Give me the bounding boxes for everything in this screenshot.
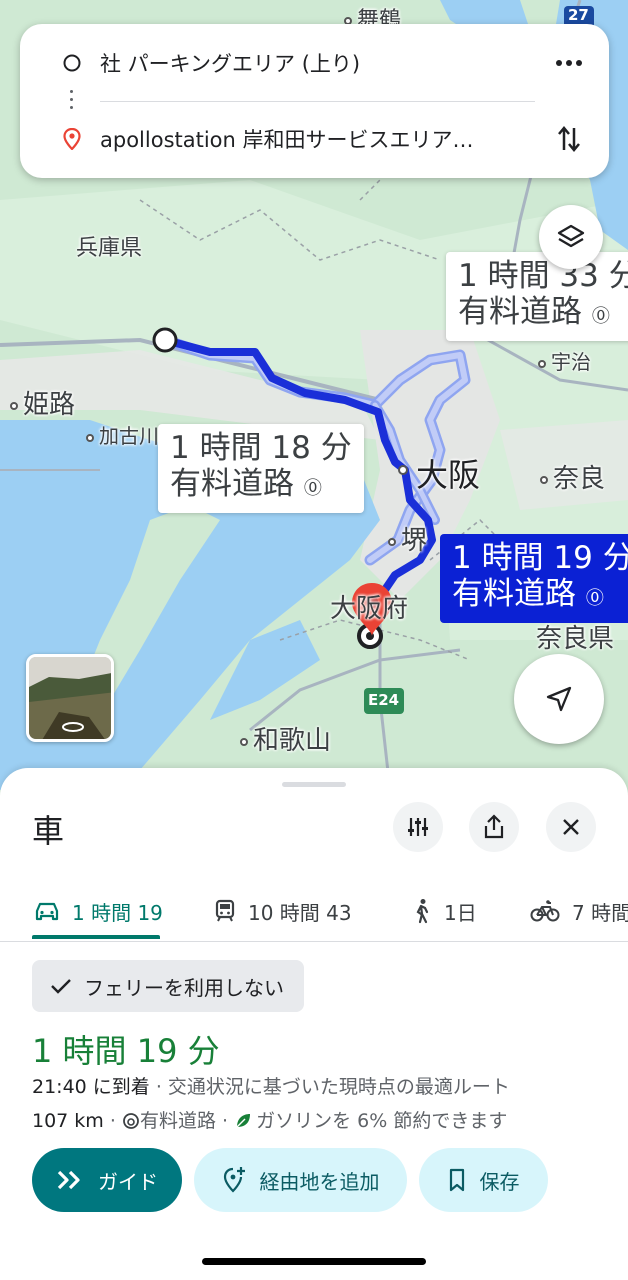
directions-sheet: 車 1 時間 19 10 時間 43 1日 7 時間 フェリーを利用しない 1 …	[0, 768, 628, 1280]
map-label-osaka: 大阪	[416, 456, 481, 494]
route-duration: 1 時間 33 分	[458, 258, 628, 294]
route-type: 有料道路 ⓪	[170, 466, 322, 502]
tab-transit[interactable]: 10 時間 43	[214, 880, 352, 942]
eco-savings: ガソリンを 6% 節約できます	[256, 1110, 508, 1132]
check-icon	[51, 979, 71, 994]
add-stop-label: 経由地を追加	[259, 1169, 380, 1194]
e24-shield: E24	[368, 691, 400, 709]
tab-walk[interactable]: 1日	[412, 880, 477, 942]
navigation-arrow-icon	[546, 686, 572, 712]
street-view-thumbnail[interactable]	[26, 654, 114, 742]
travel-mode-title: 車	[32, 812, 65, 850]
add-stop-button[interactable]: 経由地を追加	[194, 1148, 407, 1212]
toll-icon: ⓪	[591, 306, 610, 327]
home-indicator[interactable]	[202, 1258, 426, 1265]
route-duration: 1 時間 18 分	[170, 430, 352, 466]
arrival-note: · 交通状況に基づいた現時点の最適ルート	[149, 1076, 510, 1098]
route-tag-alt-1[interactable]: 1 時間 33 分 有料道路 ⓪	[446, 252, 628, 341]
map-label-nara-pref: 奈良県	[536, 624, 615, 654]
map-label-himeji: 姫路	[10, 384, 75, 421]
bookmark-icon	[449, 1168, 464, 1192]
tab-label: 1 時間 19	[72, 900, 163, 925]
distance: 107 km	[32, 1110, 104, 1132]
save-label: 保存	[479, 1169, 520, 1194]
guide-label: ガイド	[98, 1169, 158, 1194]
map-label-nara: 奈良	[540, 458, 605, 495]
route-dots	[70, 90, 74, 114]
origin-row[interactable]: 社 パーキングエリア (上り)	[20, 38, 609, 88]
train-icon	[215, 899, 235, 922]
divider	[100, 101, 535, 102]
share-button[interactable]	[469, 802, 519, 852]
route-27-shield: 27	[568, 6, 589, 24]
route-duration: 1 時間 19 分	[32, 1032, 220, 1070]
map-label-wakayama: 和歌山	[240, 720, 331, 757]
swap-icon	[558, 126, 580, 152]
route-duration: 1 時間 19 分	[452, 540, 628, 576]
origin-field[interactable]: 社 パーキングエリア (上り)	[100, 48, 360, 78]
route-tag-alt-2[interactable]: 1 時間 18 分 有料道路 ⓪	[158, 424, 364, 513]
toll-icon	[122, 1112, 140, 1135]
route-options-button[interactable]	[393, 802, 443, 852]
route-type: 有料道路 ⓪	[458, 294, 610, 330]
avoid-ferries-chip[interactable]: フェリーを利用しない	[32, 960, 304, 1012]
more-options-button[interactable]	[553, 47, 585, 79]
chip-label: フェリーを利用しない	[84, 975, 284, 1000]
arrival-time: 21:40 に到着	[32, 1076, 150, 1098]
car-icon	[35, 902, 59, 921]
layers-icon	[557, 224, 585, 248]
tab-label: 10 時間 43	[248, 900, 352, 925]
arrival-info: 21:40 に到着 · 交通状況に基づいた現時点の最適ルート	[32, 1072, 510, 1099]
map-label-osakafu: 大阪府	[330, 594, 409, 624]
map-label-kakogawa: 加古川	[86, 420, 159, 449]
map-label-hyogo: 兵庫県	[76, 236, 143, 261]
street-view-image	[29, 657, 111, 739]
my-location-button[interactable]	[514, 654, 604, 744]
share-icon	[484, 814, 504, 839]
bike-icon	[530, 900, 560, 922]
eco-leaf-icon	[234, 1112, 252, 1135]
sheet-handle[interactable]	[282, 782, 346, 787]
route-type: 有料道路 ⓪	[452, 576, 604, 612]
more-horizontal-icon	[556, 60, 582, 66]
map-label-sakai: 堺	[388, 520, 427, 557]
active-tab-indicator	[32, 935, 160, 939]
toll-icon: ⓪	[585, 588, 604, 609]
map-label-uji: 宇治	[538, 346, 591, 375]
route-details: 107 km · 有料道路 · ガソリンを 6% 節約できます	[32, 1106, 507, 1135]
map-view[interactable]: 舞鶴 27 兵庫県 姫路 加古川 宇治 大阪 奈良 堺 大阪府 奈良県 和歌山 …	[0, 0, 628, 800]
guide-button[interactable]: ガイド	[32, 1148, 182, 1212]
close-button[interactable]	[546, 802, 596, 852]
add-location-icon	[223, 1167, 245, 1193]
tab-bike[interactable]: 7 時間	[530, 880, 628, 942]
destination-field[interactable]: apollostation 岸和田サービスエリア…	[100, 124, 474, 154]
travel-mode-tabs: 1 時間 19 10 時間 43 1日 7 時間	[0, 880, 628, 942]
tab-label: 7 時間	[572, 900, 628, 925]
route-tag-selected[interactable]: 1 時間 19 分 有料道路 ⓪	[440, 534, 628, 623]
origin-circle-icon	[62, 53, 82, 73]
double-chevron-icon	[57, 1170, 80, 1190]
toll-road: 有料道路	[139, 1110, 216, 1132]
osaka-dot	[398, 465, 408, 475]
layers-button[interactable]	[539, 205, 603, 269]
save-button[interactable]: 保存	[419, 1148, 548, 1212]
tab-car[interactable]: 1 時間 19	[34, 880, 163, 942]
tune-icon	[408, 818, 428, 836]
tab-label: 1日	[444, 900, 477, 925]
close-icon	[563, 819, 579, 835]
destination-pin-icon	[62, 128, 82, 150]
destination-row[interactable]: apollostation 岸和田サービスエリア…	[20, 114, 609, 164]
swap-button[interactable]	[553, 123, 585, 155]
directions-card: 社 パーキングエリア (上り) apollostation 岸和田サービスエリア…	[20, 24, 609, 178]
walk-icon	[416, 899, 429, 924]
toll-icon: ⓪	[303, 478, 322, 499]
